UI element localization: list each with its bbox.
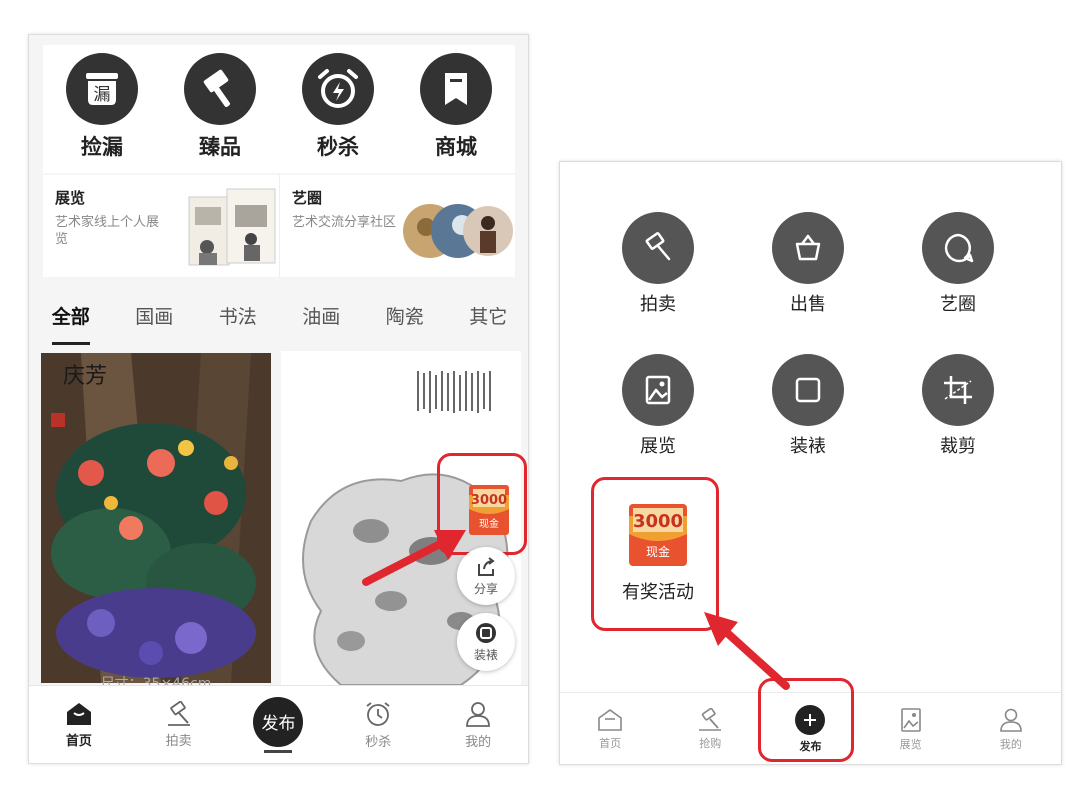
nav-label: 秒杀 bbox=[365, 734, 392, 750]
grid-label: 装裱 bbox=[790, 436, 826, 457]
home-icon bbox=[598, 709, 622, 731]
category-label: 商城 bbox=[435, 135, 477, 159]
category-label: 捡漏 bbox=[81, 135, 123, 159]
frame-icon bbox=[476, 622, 496, 643]
feature-subtitle: 艺术家线上个人展览 bbox=[55, 215, 160, 247]
nav-exhibit[interactable]: 展览 bbox=[871, 707, 951, 752]
grid-label: 艺圈 bbox=[940, 294, 976, 315]
home-screen: 漏 捡漏 臻品 秒杀 商城 展览 艺术家线上个人展览 艺圈 艺术交流分享社区 全… bbox=[28, 34, 529, 764]
hammer-icon bbox=[699, 708, 722, 731]
tab-ceramics[interactable]: 陶瓷 bbox=[386, 302, 424, 335]
publish-button[interactable]: 发布 bbox=[253, 696, 304, 747]
home-icon bbox=[66, 702, 91, 725]
svg-text:漏: 漏 bbox=[94, 85, 111, 105]
grid-item-mount[interactable]: 装裱 bbox=[748, 354, 868, 458]
basket-icon bbox=[772, 212, 844, 284]
feature-exhibition[interactable]: 展览 艺术家线上个人展览 bbox=[43, 175, 279, 277]
nav-mine[interactable]: 我的 bbox=[438, 700, 518, 750]
feature-subtitle: 艺术交流分享社区 bbox=[292, 215, 397, 230]
mount-button[interactable]: 装裱 bbox=[457, 613, 515, 671]
crop-icon bbox=[922, 354, 994, 426]
nav-mine[interactable]: 我的 bbox=[971, 707, 1051, 752]
tab-calligraphy[interactable]: 书法 bbox=[219, 302, 257, 335]
category-flash[interactable]: 秒杀 bbox=[288, 53, 388, 161]
category-row: 漏 捡漏 臻品 秒杀 商城 bbox=[43, 45, 515, 173]
product-card-flower-painting[interactable]: 庆芳 bbox=[41, 353, 271, 683]
nav-label: 我的 bbox=[999, 738, 1022, 751]
category-leak[interactable]: 漏 捡漏 bbox=[52, 53, 152, 161]
user-icon bbox=[466, 701, 490, 727]
grid-label: 出售 bbox=[790, 294, 826, 315]
exhibition-thumbnail bbox=[188, 188, 276, 266]
frame-square-icon bbox=[772, 354, 844, 426]
highlight-box bbox=[591, 477, 719, 631]
nav-label: 展览 bbox=[899, 738, 922, 751]
tab-oil-painting[interactable]: 油画 bbox=[302, 302, 340, 335]
painting-signature: 庆芳 bbox=[63, 364, 107, 389]
picture-icon bbox=[622, 354, 694, 426]
category-label: 秒杀 bbox=[317, 135, 359, 159]
picture-icon bbox=[900, 708, 921, 732]
grid-label: 展览 bbox=[640, 436, 676, 457]
hammer-icon bbox=[622, 212, 694, 284]
nav-label: 抢购 bbox=[699, 737, 722, 750]
publish-menu-screen: 拍卖 出售 艺圈 展览 装裱 裁剪 3000 现金 有奖活动 首页 抢购 发布 … bbox=[559, 161, 1062, 765]
feature-row: 展览 艺术家线上个人展览 艺圈 艺术交流分享社区 bbox=[43, 175, 515, 277]
grid-item-sell[interactable]: 出售 bbox=[748, 212, 868, 316]
grid-item-crop[interactable]: 裁剪 bbox=[898, 354, 1018, 458]
tab-all[interactable]: 全部 bbox=[51, 302, 90, 345]
hammer-icon bbox=[167, 700, 190, 726]
share-icon bbox=[478, 556, 495, 576]
nav-label: 拍卖 bbox=[165, 733, 192, 749]
alarm-clock-icon bbox=[302, 53, 374, 125]
grid-label: 拍卖 bbox=[640, 294, 676, 315]
category-mall[interactable]: 商城 bbox=[406, 53, 506, 161]
leak-pot-icon: 漏 bbox=[66, 53, 138, 125]
circle-thumbnails bbox=[403, 204, 513, 258]
nav-auction[interactable]: 拍卖 bbox=[139, 700, 219, 749]
user-icon bbox=[1000, 708, 1022, 732]
category-label: 臻品 bbox=[199, 135, 241, 159]
nav-home[interactable]: 首页 bbox=[39, 701, 119, 749]
share-button[interactable]: 分享 bbox=[457, 547, 515, 605]
tab-other[interactable]: 其它 bbox=[469, 302, 507, 335]
highlight-box bbox=[758, 678, 854, 762]
category-premium[interactable]: 臻品 bbox=[170, 53, 270, 161]
nav-flash-sale[interactable]: 秒杀 bbox=[338, 700, 418, 750]
nav-buy[interactable]: 抢购 bbox=[670, 708, 750, 751]
nav-label: 首页 bbox=[599, 737, 622, 750]
grid-item-exhibition[interactable]: 展览 bbox=[598, 354, 718, 458]
nav-label: 首页 bbox=[65, 733, 92, 749]
grid-item-auction[interactable]: 拍卖 bbox=[598, 212, 718, 316]
tab-chinese-painting[interactable]: 国画 bbox=[135, 302, 173, 335]
grid-item-art-circle[interactable]: 艺圈 bbox=[898, 212, 1018, 316]
chat-bubble-icon bbox=[922, 212, 994, 284]
alarm-clock-icon bbox=[366, 701, 390, 726]
nav-publish[interactable]: 发布 bbox=[238, 696, 318, 753]
bookmark-icon bbox=[420, 53, 492, 125]
nav-home[interactable]: 首页 bbox=[570, 708, 650, 751]
grid-label: 裁剪 bbox=[940, 436, 976, 457]
auction-hammer-icon bbox=[184, 53, 256, 125]
category-tabs: 全部 国画 书法 油画 陶瓷 其它 bbox=[29, 293, 528, 345]
nav-label: 我的 bbox=[465, 734, 492, 750]
share-label: 分享 bbox=[473, 581, 498, 596]
bottom-nav: 首页 拍卖 发布 秒杀 我的 bbox=[29, 685, 528, 763]
highlight-box bbox=[437, 453, 527, 555]
publish-underline bbox=[264, 749, 293, 753]
mount-label: 装裱 bbox=[473, 647, 498, 662]
feature-circle[interactable]: 艺圈 艺术交流分享社区 bbox=[279, 175, 515, 277]
